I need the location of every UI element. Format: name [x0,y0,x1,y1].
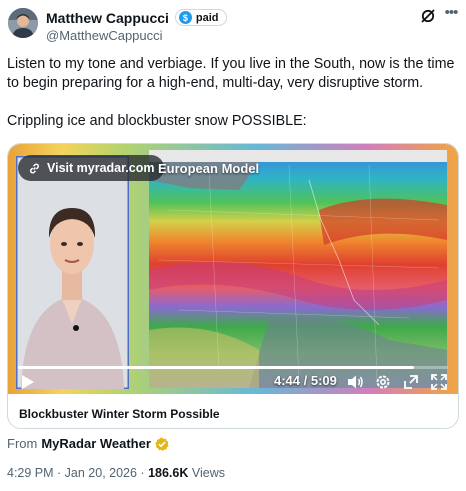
tweet-paragraph-2: Crippling ice and blockbuster snow POSSI… [7,113,307,129]
views-label: Views [188,466,225,480]
gold-verified-icon [155,437,169,451]
views-count: 186.6K [148,466,189,480]
presenter-image [16,156,129,389]
grok-icon[interactable] [419,7,437,25]
tweet-meta: 4:29 PM · Jan 20, 2026 · 186.6K Views [7,466,225,480]
author-name-row: Matthew Cappucci $ paid [46,9,227,26]
play-icon[interactable] [18,373,36,391]
popout-icon[interactable] [402,373,420,391]
link-icon [29,163,40,173]
model-label: European Model [158,161,260,176]
video-controls: 4:44 / 5:09 [8,364,458,394]
paid-badge[interactable]: $ paid [174,9,227,26]
progress-bar[interactable] [18,366,448,369]
fullscreen-icon[interactable] [430,373,448,391]
video-player[interactable]: Visit myradar.com European Model 4:44 / … [8,144,458,394]
from-prefix: From [7,436,38,451]
from-line: From MyRadar Weather [7,436,169,451]
video-time: 4:44 / 5:09 [274,373,337,388]
visit-link-label: Visit myradar.com [47,161,155,175]
author-name[interactable]: Matthew Cappucci [46,10,169,26]
card-title[interactable]: Blockbuster Winter Storm Possible [19,407,220,421]
author-handle[interactable]: @MatthewCappucci [46,28,163,43]
tweet-paragraph-1: Listen to my tone and verbiage. If you l… [7,56,455,91]
timestamp[interactable]: 4:29 PM · Jan 20, 2026 · [7,466,148,480]
visit-link-pill[interactable]: Visit myradar.com [18,155,165,181]
paid-badge-label: paid [195,11,219,24]
progress-fill [18,366,414,369]
from-source-link[interactable]: MyRadar Weather [41,436,151,451]
weather-model-map [149,150,447,388]
video-card[interactable]: Visit myradar.com European Model 4:44 / … [7,143,459,429]
more-icon[interactable]: ••• [441,4,461,22]
settings-icon[interactable] [374,373,392,391]
author-avatar[interactable] [8,8,38,38]
tweet: Matthew Cappucci $ paid @MatthewCappucci… [0,0,466,491]
dollar-icon: $ [178,11,192,24]
volume-icon[interactable] [346,373,364,391]
tweet-text: Listen to my tone and verbiage. If you l… [7,55,459,131]
